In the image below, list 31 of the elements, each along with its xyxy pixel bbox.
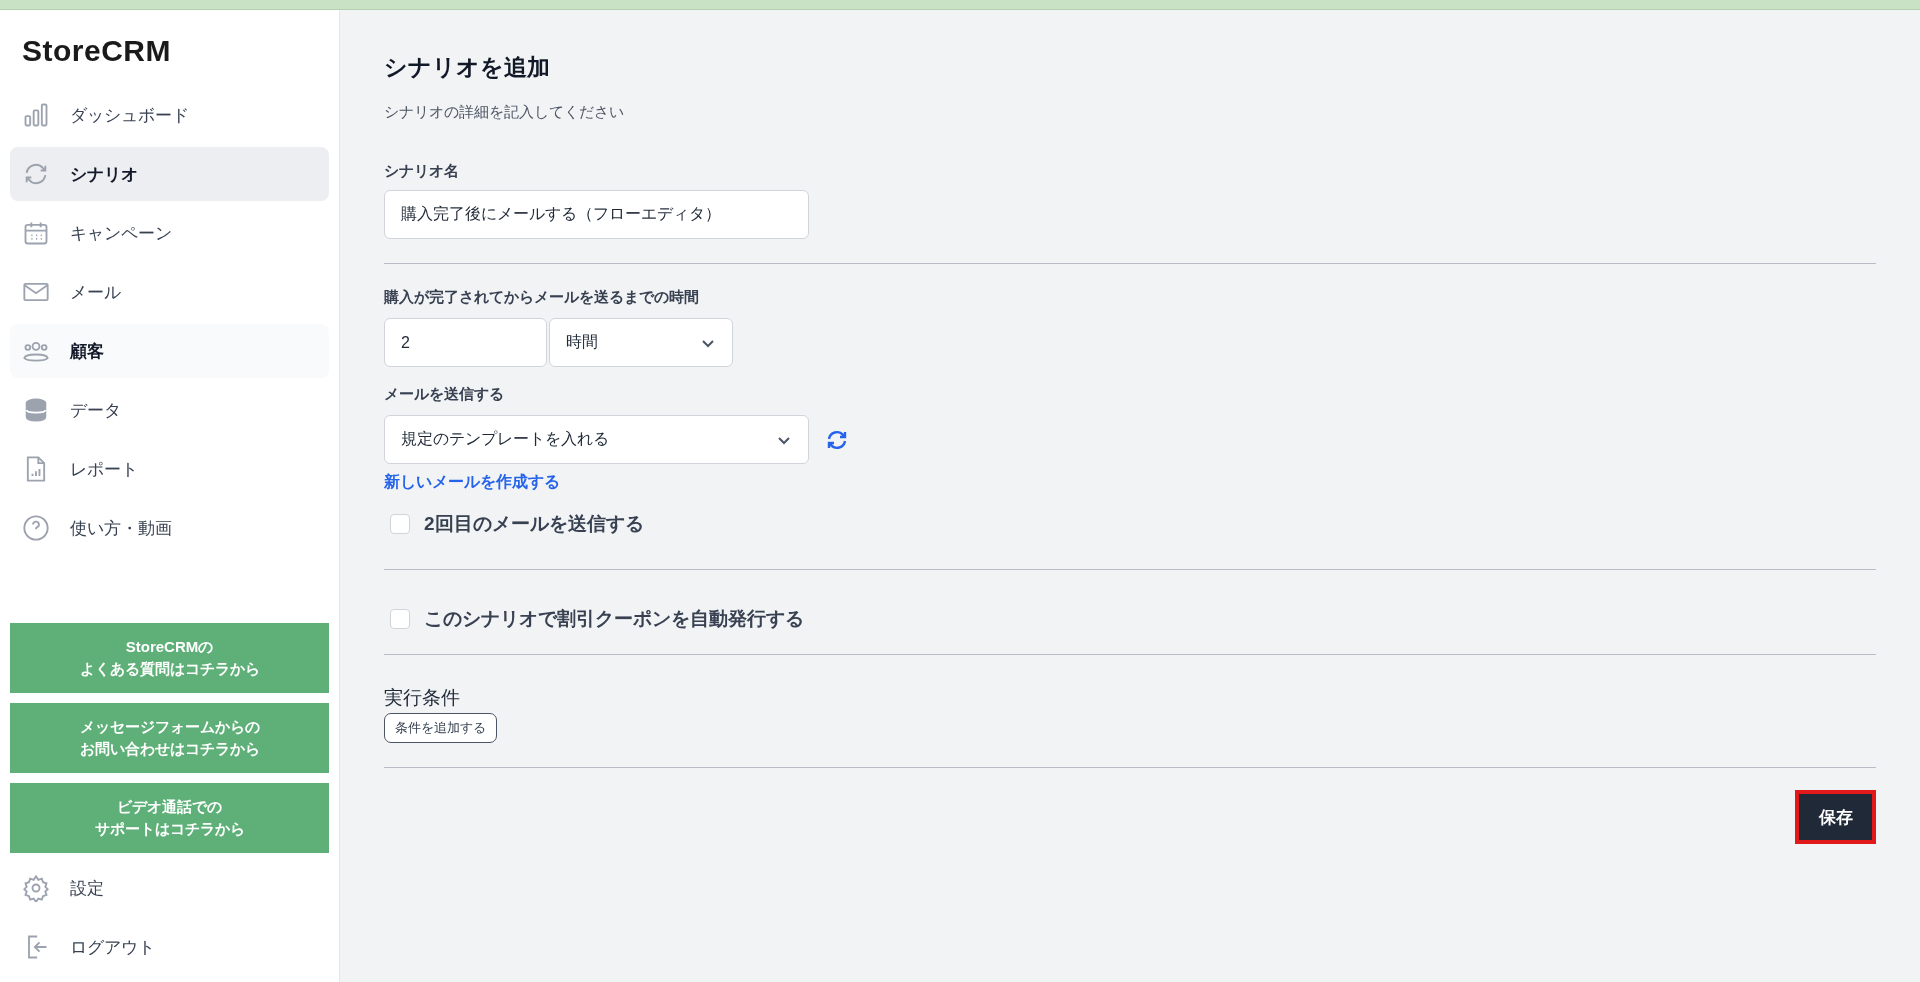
checkbox[interactable]	[390, 514, 410, 534]
checkbox[interactable]	[390, 609, 410, 629]
create-mail-link[interactable]: 新しいメールを作成する	[384, 473, 560, 490]
settings-icon	[22, 874, 50, 902]
field-label: メールを送信する	[384, 385, 505, 404]
sidebar-item[interactable]: レポート	[10, 442, 329, 496]
delay-number-field[interactable]: 2	[384, 318, 547, 367]
logo: StoreCRM	[21, 33, 172, 69]
help-icon	[22, 514, 50, 542]
sidebar-item[interactable]: データ	[10, 383, 329, 437]
sidebar-item[interactable]: 設定	[10, 861, 329, 915]
field-label: シナリオ名	[384, 162, 460, 181]
section-label: 実行条件	[384, 686, 461, 710]
checkbox-label: このシナリオで割引クーポンを自動発行する	[424, 607, 804, 631]
page-title: シナリオを追加	[384, 53, 551, 82]
sidebar-item[interactable]: ダッシュボード	[10, 88, 329, 142]
bar-chart-icon	[22, 101, 50, 129]
template-select[interactable]: 規定のテンプレートを入れる	[384, 415, 809, 464]
sidebar-item[interactable]: シナリオ	[10, 147, 329, 201]
sidebar-item[interactable]: メール	[10, 265, 329, 319]
add-condition-button[interactable]: 条件を追加する	[384, 713, 497, 743]
sidebar-item[interactable]: 顧客	[10, 324, 329, 378]
scenario-name-field[interactable]: 購入完了後にメールする（フローエディタ）	[384, 190, 809, 239]
checkbox-label: 2回目のメールを送信する	[424, 512, 644, 536]
page-subtitle: シナリオの詳細を記入してください	[384, 103, 625, 122]
sidebar-item[interactable]: キャンペーン	[10, 206, 329, 260]
sidebar-item[interactable]: ログアウト	[10, 920, 329, 974]
sidebar-item[interactable]: 使い方・動画	[10, 501, 329, 555]
save-button[interactable]: 保存	[1795, 790, 1876, 844]
delay-unit-select[interactable]: 時間	[549, 318, 733, 367]
field-label: 購入が完了されてからメールを送るまでの時間	[384, 288, 700, 307]
